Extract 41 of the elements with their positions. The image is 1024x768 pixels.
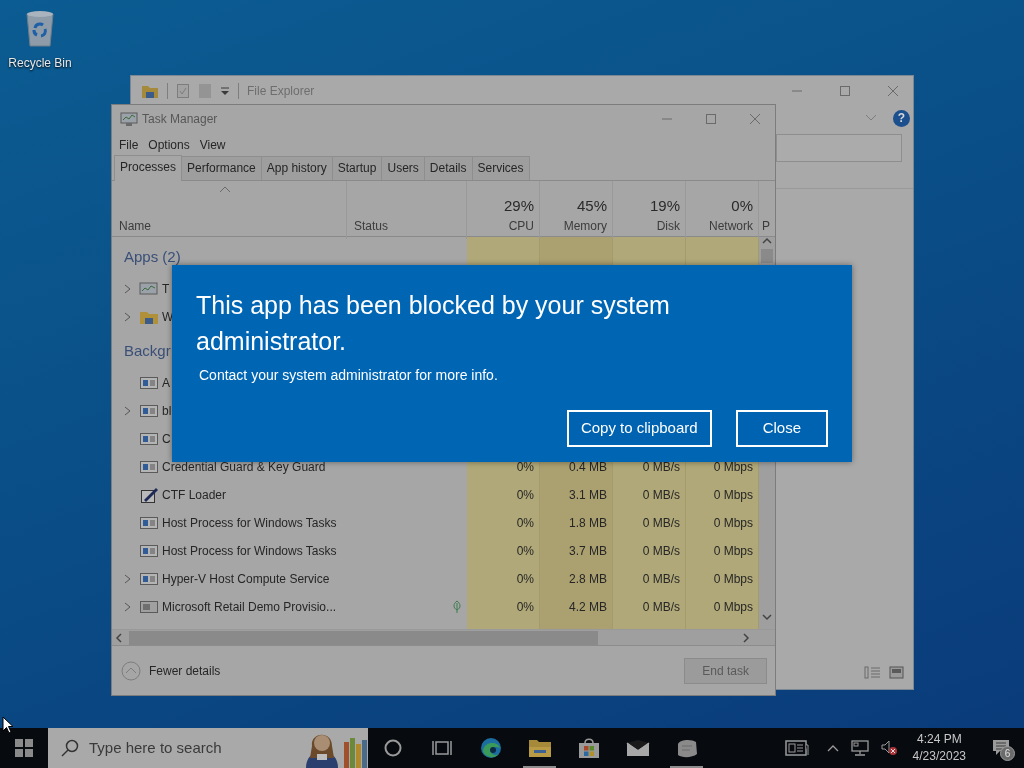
table-cell: 0% xyxy=(467,480,540,509)
table-cell: 1.8 MB xyxy=(540,508,613,537)
process-name: C xyxy=(162,430,171,448)
table-cell: 0% xyxy=(467,508,540,537)
process-name: bl xyxy=(162,402,172,420)
column-usage: 0% xyxy=(731,195,753,216)
process-name: Hyper-V Host Compute Service xyxy=(162,570,330,588)
process-name: A xyxy=(162,374,170,392)
table-cell: 0 MB/s xyxy=(613,480,686,509)
table-cell: 0 Mbps xyxy=(686,508,759,537)
table-cell: 3.1 MB xyxy=(540,480,613,509)
table-cell: 0% xyxy=(467,536,540,565)
window-title: Task Manager xyxy=(142,110,218,128)
table-cell: 4.2 MB xyxy=(540,592,613,621)
table-cell: 0 Mbps xyxy=(686,564,759,593)
table-cell: 3.7 MB xyxy=(540,536,613,565)
group-heading: Apps (2) xyxy=(123,247,181,268)
column-usage: 29% xyxy=(503,195,534,216)
table-cell: 0 Mbps xyxy=(686,480,759,509)
process-name: Host Process for Windows Tasks xyxy=(162,514,337,532)
table-cell: 0 MB/s xyxy=(613,508,686,537)
column-usage: 45% xyxy=(576,195,607,216)
group-heading: Backgr xyxy=(123,341,171,362)
window-title: File Explorer xyxy=(247,82,315,100)
table-cell: 0 MB/s xyxy=(613,564,686,593)
dialog-message: Contact your system administrator for more info. xyxy=(199,366,499,385)
table-cell: 0% xyxy=(467,564,540,593)
table-cell: 0% xyxy=(467,592,540,621)
dialog-title: This app has been blocked by your system administrator. xyxy=(196,290,671,357)
process-name: T xyxy=(162,280,170,298)
table-cell: 0 MB/s xyxy=(613,592,686,621)
column-usage: 19% xyxy=(649,195,680,216)
table-cell: 0 MB/s xyxy=(613,536,686,565)
table-cell: 0 Mbps xyxy=(686,536,759,565)
table-cell: 2.8 MB xyxy=(540,564,613,593)
process-name: CTF Loader xyxy=(162,486,227,504)
table-cell: 0 Mbps xyxy=(686,592,759,621)
process-name: Microsoft Retail Demo Provisio... xyxy=(162,598,337,616)
process-name: Host Process for Windows Tasks xyxy=(162,542,337,560)
process-name: Credential Guard & Key Guard xyxy=(162,458,326,476)
notification-count: 6 xyxy=(1000,746,1015,761)
